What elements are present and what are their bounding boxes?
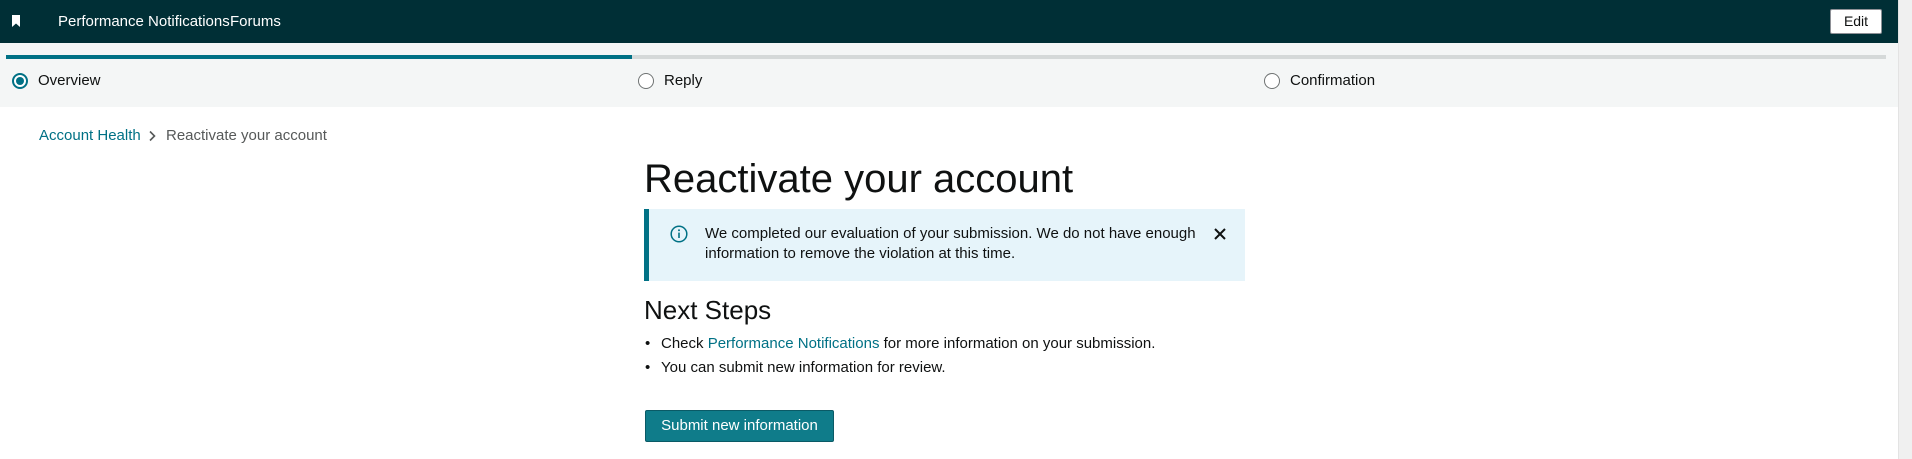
- radio-icon[interactable]: [1264, 73, 1280, 89]
- edit-button[interactable]: Edit: [1830, 9, 1882, 34]
- page-title: Reactivate your account: [644, 157, 1074, 201]
- radio-selected-icon[interactable]: [12, 73, 28, 89]
- next-steps-heading: Next Steps: [644, 295, 772, 325]
- step-label: Reply: [664, 72, 703, 89]
- info-icon: [670, 225, 688, 243]
- breadcrumb-current: Reactivate your account: [166, 127, 327, 144]
- bullet-icon: •: [645, 335, 651, 352]
- item-suffix: for more information on your submission.: [883, 335, 1156, 352]
- submit-new-information-button[interactable]: Submit new information: [645, 410, 834, 442]
- nav-link-performance-notifications[interactable]: Performance Notifications: [58, 13, 230, 30]
- list-item: • You can submit new information for rev…: [644, 358, 1155, 378]
- bookmark-icon[interactable]: [11, 15, 21, 27]
- progress-fill: [6, 55, 633, 59]
- step-label: Confirmation: [1290, 72, 1376, 89]
- item-prefix: Check: [661, 335, 704, 352]
- nav-link-forums[interactable]: Forums: [230, 13, 281, 30]
- list-item: • Check Performance Notifications for mo…: [644, 334, 1155, 354]
- alert-message: We completed our evaluation of your subm…: [705, 225, 1196, 262]
- vertical-scrollbar[interactable]: [1898, 0, 1912, 459]
- breadcrumb-account-health-link[interactable]: Account Health: [39, 126, 141, 146]
- step-label: Overview: [38, 72, 101, 89]
- top-navigation-bar: Performance Notifications Forums Edit: [0, 0, 1898, 43]
- progress-stepper: Overview Reply Confirmation: [0, 43, 1898, 107]
- progress-track: [6, 55, 1886, 59]
- bullet-icon: •: [645, 359, 651, 376]
- close-icon[interactable]: [1212, 226, 1228, 242]
- performance-notifications-link[interactable]: Performance Notifications: [708, 335, 880, 352]
- radio-icon[interactable]: [638, 73, 654, 89]
- chevron-right-icon: [149, 130, 156, 142]
- info-alert: We completed our evaluation of your subm…: [644, 209, 1245, 281]
- next-steps-list: • Check Performance Notifications for mo…: [644, 334, 1155, 382]
- item-text: You can submit new information for revie…: [661, 359, 946, 376]
